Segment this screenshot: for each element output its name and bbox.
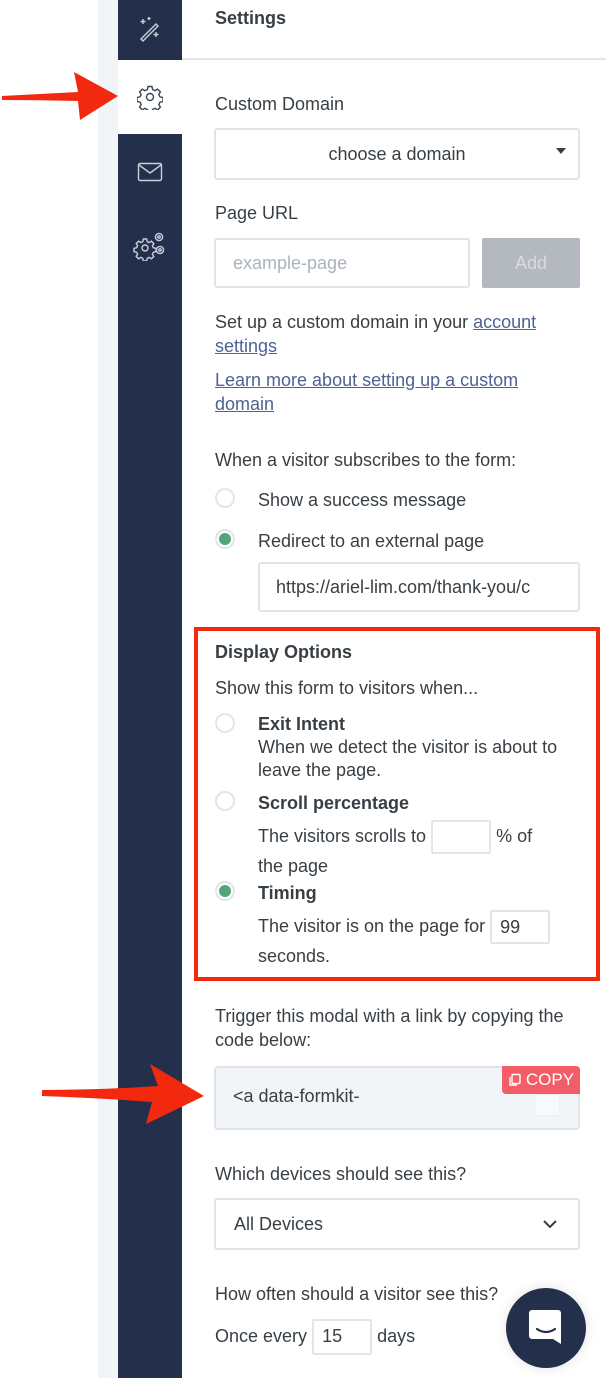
page-background-strip bbox=[98, 0, 118, 1378]
page-url-label: Page URL bbox=[215, 203, 299, 223]
radio-option-exit-intent[interactable]: Exit Intent When we detect the visitor i… bbox=[215, 713, 578, 782]
frequency-text-before: Once every bbox=[215, 1326, 308, 1346]
radio-timing[interactable] bbox=[215, 881, 235, 901]
chat-launcher-button[interactable] bbox=[506, 1288, 586, 1368]
radio-option-redirect[interactable]: Redirect to an external page bbox=[215, 529, 484, 553]
copy-label: COPY bbox=[525, 1070, 574, 1089]
exit-intent-description: When we detect the visitor is about to l… bbox=[258, 737, 558, 780]
radio-option-timing[interactable]: Timing The visitor is on the page for 99… bbox=[215, 881, 578, 968]
radio-success-message[interactable] bbox=[215, 488, 235, 508]
scroll-text-line2: the page bbox=[258, 856, 329, 876]
frequency-label: How often should a visitor see this? bbox=[215, 1284, 499, 1304]
display-options-title: Display Options bbox=[215, 642, 353, 662]
scroll-title: Scroll percentage bbox=[258, 793, 410, 813]
radio-redirect[interactable] bbox=[215, 529, 235, 549]
timing-title: Timing bbox=[258, 883, 317, 903]
domain-help-text: Set up a custom domain in your account s… bbox=[215, 310, 575, 358]
subscribe-action-label: When a visitor subscribes to the form: bbox=[215, 450, 517, 470]
chevron-down-icon bbox=[543, 1220, 557, 1229]
timing-text-after: seconds. bbox=[258, 946, 331, 966]
annotation-arrow-settings bbox=[2, 72, 118, 120]
copy-icon bbox=[509, 1073, 521, 1086]
scroll-text-after: % of bbox=[496, 825, 533, 846]
frequency-text-after: days bbox=[377, 1326, 416, 1346]
exit-intent-title: Exit Intent bbox=[258, 714, 346, 734]
redirect-url-value: https://ariel-lim.com/thank-you/c bbox=[276, 576, 531, 597]
copy-button[interactable]: COPY bbox=[501, 1066, 580, 1094]
learn-more-link[interactable]: Learn more about setting up a custom dom… bbox=[215, 370, 518, 414]
display-options-subtitle: Show this form to visitors when... bbox=[215, 678, 479, 698]
trigger-code: <a data-formkit- bbox=[233, 1086, 360, 1106]
radio-scroll-percentage[interactable] bbox=[215, 791, 235, 811]
envelope-icon bbox=[137, 162, 163, 182]
devices-select[interactable]: All Devices bbox=[214, 1198, 580, 1250]
domain-help-prefix: Set up a custom domain in your bbox=[215, 312, 474, 332]
timing-text-before: The visitor is on the page for bbox=[258, 915, 486, 936]
custom-domain-selected: choose a domain bbox=[328, 143, 466, 164]
sidebar-item-design[interactable] bbox=[118, 0, 182, 58]
sidebar-item-settings[interactable] bbox=[118, 60, 182, 134]
page-url-input[interactable]: example-page bbox=[214, 238, 470, 288]
scroll-text-before: The visitors scrolls to bbox=[258, 825, 427, 846]
radio-label: Show a success message bbox=[258, 490, 467, 510]
annotation-arrow-code bbox=[42, 1064, 204, 1124]
code-box-scroll-handle bbox=[534, 1094, 560, 1116]
magic-wand-icon bbox=[140, 17, 159, 42]
radio-exit-intent[interactable] bbox=[215, 713, 235, 733]
add-button[interactable]: Add bbox=[482, 238, 580, 288]
trigger-label: Trigger this modal with a link by copyin… bbox=[215, 1006, 564, 1050]
chat-icon bbox=[529, 1310, 561, 1344]
advanced-settings-icon bbox=[133, 232, 165, 261]
page-title: Settings bbox=[215, 8, 287, 28]
gear-icon bbox=[137, 85, 163, 110]
scroll-percentage-input[interactable] bbox=[431, 820, 492, 854]
redirect-url-input[interactable]: https://ariel-lim.com/thank-you/c bbox=[258, 562, 580, 612]
timing-seconds-input[interactable]: 99 bbox=[490, 910, 551, 944]
sidebar bbox=[118, 0, 182, 1378]
settings-panel: Settings Custom Domain choose a domain P… bbox=[182, 0, 606, 1378]
trigger-code-box[interactable]: <a data-formkit- COPY bbox=[214, 1066, 580, 1130]
frequency-row: Once every 15 days bbox=[215, 1318, 416, 1356]
devices-selected: All Devices bbox=[234, 1213, 324, 1234]
page-gutter bbox=[0, 0, 98, 1378]
devices-label: Which devices should see this? bbox=[215, 1164, 467, 1184]
radio-option-scroll[interactable]: Scroll percentage The visitors scrolls t… bbox=[215, 791, 578, 878]
page-url-placeholder: example-page bbox=[233, 252, 348, 273]
domain-help-learn-more: Learn more about setting up a custom dom… bbox=[215, 368, 555, 416]
caret-down-icon bbox=[556, 148, 566, 154]
sidebar-item-advanced[interactable] bbox=[118, 214, 182, 278]
radio-option-success-message[interactable]: Show a success message bbox=[215, 488, 466, 512]
frequency-days-input[interactable]: 15 bbox=[312, 1319, 373, 1356]
header-divider bbox=[182, 58, 606, 60]
sidebar-item-email[interactable] bbox=[118, 142, 182, 202]
custom-domain-label: Custom Domain bbox=[215, 94, 345, 114]
custom-domain-select[interactable]: choose a domain bbox=[214, 128, 580, 180]
radio-label: Redirect to an external page bbox=[258, 531, 485, 551]
